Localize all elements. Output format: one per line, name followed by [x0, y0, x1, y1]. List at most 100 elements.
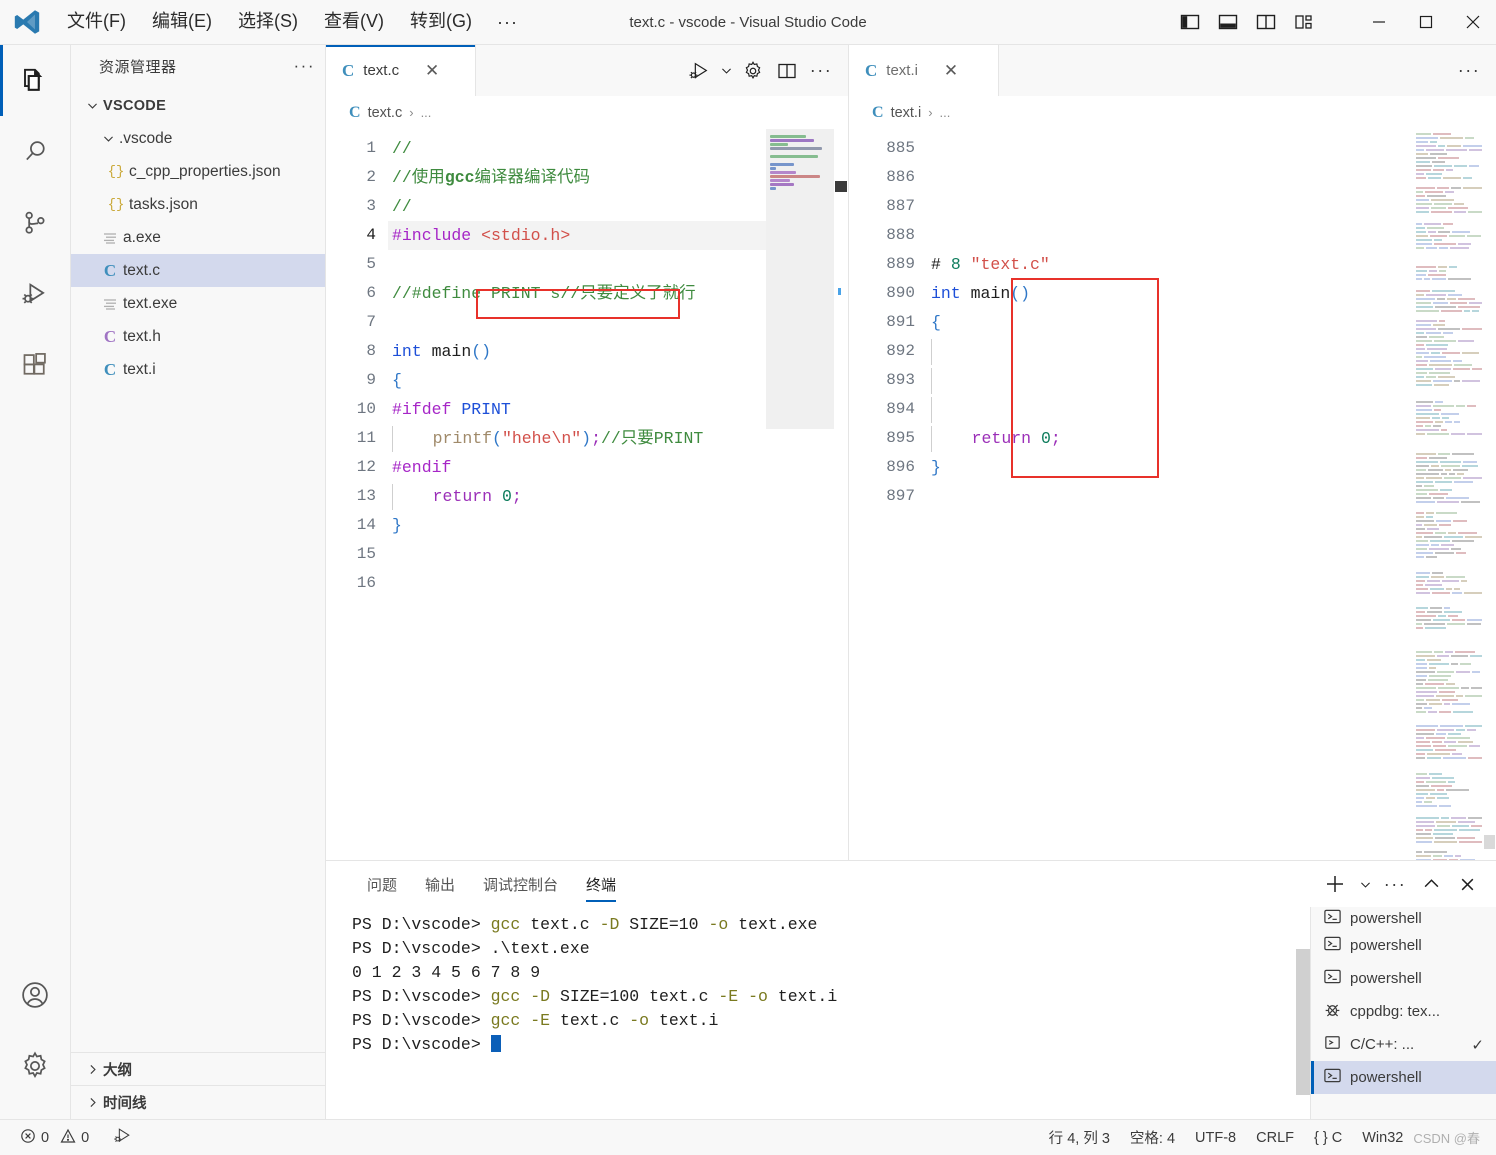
customize-layout-icon[interactable] [1285, 0, 1323, 45]
status-eol[interactable]: CRLF [1246, 1120, 1304, 1155]
minimap-line [1416, 733, 1434, 735]
panel-tab-terminal[interactable]: 终端 [572, 861, 630, 907]
tree-item-text-h[interactable]: C text.h [71, 320, 325, 353]
activitybar-settings-gear[interactable] [0, 1030, 71, 1101]
toggle-panel-icon[interactable] [1209, 0, 1247, 45]
minimap-line [1416, 757, 1425, 759]
toggle-secondary-sidebar-icon[interactable] [1247, 0, 1285, 45]
code-editor-left[interactable]: 1 2 3 4 5 6 7 8 9 10 11 12 13 14 15 16 /… [326, 129, 848, 860]
toggle-primary-sidebar-icon[interactable] [1171, 0, 1209, 45]
tab-text-i[interactable]: C text.i ✕ [849, 45, 999, 96]
window-maximize-button[interactable] [1402, 0, 1449, 45]
close-panel-icon[interactable] [1450, 866, 1484, 902]
minimap-line [1467, 623, 1481, 625]
code-editor-right[interactable]: 885 886 887 888 889 890 891 892 893 894 … [849, 129, 1496, 860]
breadcrumb-left[interactable]: C text.c › ... [326, 96, 848, 129]
timeline-section-header[interactable]: 时间线 [71, 1086, 325, 1119]
activitybar-source-control[interactable] [0, 187, 71, 258]
panel-tab-output[interactable]: 输出 [411, 861, 469, 907]
menu-view[interactable]: 查看(V) [311, 6, 397, 38]
menu-file[interactable]: 文件(F) [54, 6, 139, 38]
code-line: // [388, 192, 766, 221]
tree-item-text-exe[interactable]: text.exe [71, 287, 325, 320]
minimap-line [1452, 619, 1465, 621]
minimap-right[interactable] [1414, 129, 1482, 860]
terminal-scroll-thumb[interactable] [1296, 949, 1310, 1095]
menu-edit[interactable]: 编辑(E) [139, 6, 225, 38]
run-and-debug-icon[interactable] [682, 51, 716, 91]
chevron-down-icon[interactable] [1354, 866, 1376, 902]
terminal-tab-cppdbg[interactable]: cppdbg: tex... [1311, 995, 1496, 1028]
activitybar-extensions[interactable] [0, 329, 71, 400]
minimap-line [1446, 683, 1455, 685]
breadcrumb-file[interactable]: text.c [368, 105, 403, 121]
tree-item-text-c[interactable]: C text.c [71, 254, 325, 287]
status-problems[interactable]: 0 0 [12, 1120, 99, 1155]
explorer-more-icon[interactable]: ··· [294, 56, 315, 76]
tab-close-icon[interactable]: ✕ [941, 61, 961, 81]
chevron-down-icon[interactable] [716, 51, 736, 91]
tab-close-icon[interactable]: ✕ [422, 61, 442, 81]
terminal-tab-cpp-task[interactable]: C/C++: ... ✓ [1311, 1028, 1496, 1061]
minimap-line [1426, 477, 1442, 479]
terminal-tab-powershell[interactable]: powershell [1311, 907, 1496, 929]
activitybar-search[interactable] [0, 116, 71, 187]
minimap-line [1442, 699, 1458, 701]
breadcrumb-file[interactable]: text.i [891, 105, 922, 121]
tree-item-text-i[interactable]: C text.i [71, 353, 325, 386]
split-editor-icon[interactable] [770, 51, 804, 91]
new-terminal-icon[interactable] [1318, 866, 1352, 902]
panel-more-actions-icon[interactable]: ··· [1378, 866, 1412, 902]
minimap-line [1416, 607, 1428, 609]
terminal-output[interactable]: PS D:\vscode> gcc text.c -D SIZE=10 -o t… [326, 907, 1310, 1119]
minimap-left[interactable] [766, 129, 834, 860]
code-content-right[interactable]: # 8 "text.c" int main(){ return 0;} [927, 129, 1414, 860]
overview-ruler-left[interactable] [834, 129, 848, 860]
activitybar-accounts[interactable] [0, 959, 71, 1030]
status-indentation[interactable]: 空格: 4 [1120, 1120, 1185, 1155]
status-encoding[interactable]: UTF-8 [1185, 1120, 1246, 1155]
status-run-debug[interactable] [103, 1120, 142, 1155]
status-platform[interactable]: Win32 [1352, 1120, 1413, 1155]
minimap-line [1438, 328, 1460, 330]
status-language-mode[interactable]: { } C [1304, 1120, 1352, 1155]
menu-go[interactable]: 转到(G) [397, 6, 485, 38]
breadcrumb-right[interactable]: C text.i › ... [849, 96, 1496, 129]
gear-icon[interactable] [736, 51, 770, 91]
tree-item-c-cpp-properties-json[interactable]: {} c_cpp_properties.json [71, 155, 325, 188]
menu-selection[interactable]: 选择(S) [225, 6, 311, 38]
terminal-tab-powershell[interactable]: powershell [1311, 962, 1496, 995]
terminal-scrollbar[interactable] [1296, 907, 1310, 1119]
minimap-line [1460, 663, 1471, 665]
breadcrumb-rest[interactable]: ... [940, 105, 951, 120]
window-minimize-button[interactable] [1355, 0, 1402, 45]
code-content-left[interactable]: // //使用gcc编译器编译代码 // #include <stdio.h> //#… [388, 129, 766, 860]
panel-tab-problems[interactable]: 问题 [353, 861, 411, 907]
minimap-slider[interactable] [766, 129, 834, 429]
more-actions-icon[interactable]: ··· [1452, 51, 1486, 91]
terminal-tab-powershell-active[interactable]: powershell [1311, 1061, 1496, 1094]
maximize-panel-icon[interactable] [1414, 866, 1448, 902]
tree-item-a-exe[interactable]: a.exe [71, 221, 325, 254]
code-token: # [931, 255, 951, 274]
panel-tab-debug-console[interactable]: 调试控制台 [469, 861, 572, 907]
breadcrumb-rest[interactable]: ... [421, 105, 432, 120]
activitybar-explorer[interactable] [0, 45, 71, 116]
tree-item-vscode-root[interactable]: VSCODE [71, 89, 325, 122]
outline-section-label: 大纲 [103, 1062, 132, 1079]
more-actions-icon[interactable]: ··· [804, 51, 838, 91]
minimap-line [1416, 833, 1431, 835]
overview-ruler-right[interactable] [1482, 129, 1496, 860]
tree-item-dot-vscode[interactable]: .vscode [71, 122, 325, 155]
menu-more-button[interactable]: ··· [485, 7, 530, 38]
minimap-line [1432, 161, 1445, 163]
tree-item-tasks-json[interactable]: {} tasks.json [71, 188, 325, 221]
activitybar-run-and-debug[interactable] [0, 258, 71, 329]
minimap-line [1416, 841, 1432, 843]
outline-section-header[interactable]: 大纲 [71, 1053, 325, 1086]
window-close-button[interactable] [1449, 0, 1496, 45]
minimap-line [1441, 413, 1459, 415]
tab-text-c[interactable]: C text.c ✕ [326, 45, 476, 96]
terminal-tab-powershell[interactable]: powershell [1311, 929, 1496, 962]
status-cursor-position[interactable]: 行 4, 列 3 [1039, 1120, 1120, 1155]
